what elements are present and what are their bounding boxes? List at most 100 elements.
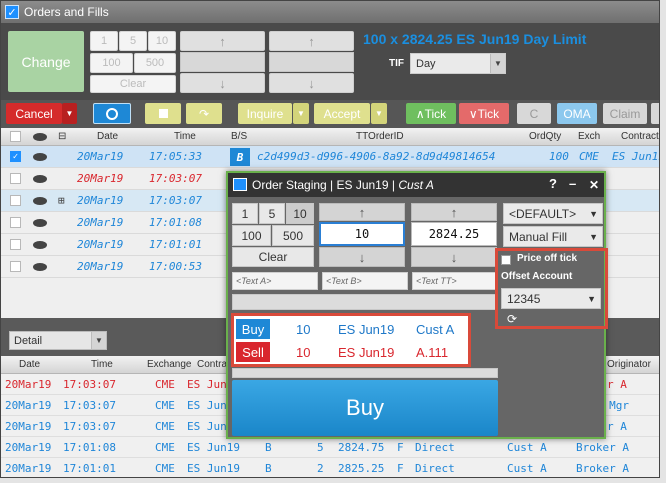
qty-1-button[interactable]: 1 [90, 31, 118, 51]
fill-row[interactable]: 20Mar19 17:01:08 CME ES Jun19 B 5 2824.75 F Dire… [1, 437, 659, 458]
order-pad: Change 1 5 10 100 500 Clear ↑ ↓ ↑ ↓ 100 … [1, 23, 659, 100]
redo-arrow-icon: ↷ [198, 106, 210, 121]
price-up-arrow[interactable]: ↑ [269, 31, 354, 51]
stg-price-input[interactable]: 2824.25 [411, 222, 497, 246]
col-contract[interactable]: Contract [621, 128, 659, 145]
fill-type-value: Manual Fill [509, 229, 568, 244]
chevron-down-icon: ▼ [587, 293, 596, 304]
staging-titlebar[interactable]: Order Staging | ES Jun19 | Cust A ? – ✕ [228, 173, 604, 197]
text-tt-input[interactable]: <Text TT> [412, 272, 498, 290]
default-select[interactable]: <DEFAULT> ▼ [503, 203, 603, 224]
cancel-button[interactable]: Cancel [6, 103, 62, 124]
change-button[interactable]: Change [8, 31, 84, 92]
fill-contract: ES Jun [187, 398, 227, 412]
qty-up-arrow[interactable]: ↑ [180, 31, 265, 51]
accept-dropdown-button[interactable]: ▼ [371, 103, 387, 124]
oma-button[interactable]: OMA [557, 103, 597, 124]
accept-button[interactable]: Accept [314, 103, 370, 124]
leg-row-buy[interactable]: Buy 10 ES Jun19 Cust A [234, 318, 468, 340]
legs-scrollbar[interactable] [232, 368, 498, 378]
fill-col-time[interactable]: Time [91, 356, 113, 373]
col-time[interactable]: Time [174, 128, 196, 145]
order-checkbox[interactable]: ✓ [10, 146, 21, 167]
expand-icon[interactable]: ⊞ [58, 190, 65, 211]
buy-button[interactable]: Buy [232, 380, 498, 436]
price-off-tick-label: Price off tick [517, 253, 578, 264]
tick-down-button[interactable]: ∨ Tick [459, 103, 509, 124]
qty-100-button[interactable]: 100 [90, 53, 133, 73]
minimize-icon[interactable]: – [569, 176, 576, 191]
order-qty: 100 [549, 150, 569, 163]
stg-price-down-arrow[interactable]: ↓ [411, 247, 497, 267]
stg-qty-10-button[interactable]: 10 [286, 203, 314, 224]
col-ordqty[interactable]: OrdQty [529, 128, 561, 145]
stg-qty-up-arrow[interactable]: ↑ [319, 203, 405, 221]
cancel-dropdown-button[interactable]: ▼ [62, 103, 77, 124]
close-icon[interactable]: ✕ [589, 178, 599, 192]
tif-select[interactable]: Day ▼ [410, 53, 506, 74]
fill-type: Direct [415, 461, 455, 475]
stg-clear-button[interactable]: Clear [232, 247, 314, 267]
price-field[interactable] [269, 52, 354, 72]
stg-qty-100-button[interactable]: 100 [232, 225, 271, 246]
inquire-dropdown-button[interactable]: ▼ [293, 103, 309, 124]
refresh-history-button[interactable] [93, 103, 131, 124]
stg-qty-down-arrow[interactable]: ↓ [319, 247, 405, 267]
inquire-button[interactable]: Inquire [238, 103, 292, 124]
order-row[interactable]: ✓ 20Mar19 17:05:33 c2d499d3-d996-4906-8a92-… [1, 146, 659, 168]
help-icon[interactable]: ? [549, 176, 557, 191]
order-checkbox[interactable] [10, 168, 21, 189]
qty-down-arrow[interactable]: ↓ [180, 73, 265, 93]
window-titlebar[interactable]: ✓ Orders and Fills [1, 1, 659, 23]
fill-col-originator[interactable]: Originator [607, 356, 651, 373]
fill-col-date[interactable]: Date [19, 356, 40, 373]
claim-button[interactable]: Claim [603, 103, 647, 124]
staging-scrollbar-top[interactable] [232, 294, 498, 310]
fill-row[interactable]: 20Mar19 17:01:01 CME ES Jun19 B 2 2825.25 F Dire… [1, 458, 659, 477]
order-checkbox[interactable] [10, 190, 21, 211]
fill-col-exchange[interactable]: Exchange [147, 356, 191, 373]
stg-price-up-arrow[interactable]: ↑ [411, 203, 497, 221]
tick-up-button[interactable]: ∧ Tick [406, 103, 456, 124]
col-exch[interactable]: Exch [578, 128, 600, 145]
stop-button[interactable] [145, 103, 181, 124]
collapse-all-icon[interactable]: ⊟ [58, 128, 66, 145]
reload-button[interactable]: C [517, 103, 551, 124]
leg-row-sell[interactable]: Sell 10 ES Jun19 A.111 [234, 341, 468, 363]
qty-5-button[interactable]: 5 [119, 31, 147, 51]
fill-time: 17:01:01 [63, 461, 116, 475]
fills-view-select[interactable]: Detail ▼ [9, 331, 107, 350]
order-checkbox[interactable] [10, 256, 21, 277]
text-a-input[interactable]: <Text A> [232, 272, 318, 290]
fill-contract: ES Jun [187, 377, 227, 391]
order-time: 17:05:33 [149, 150, 202, 163]
order-checkbox[interactable] [10, 212, 21, 233]
fill-type-select[interactable]: Manual Fill ▼ [503, 226, 603, 247]
col-ttorderid[interactable]: TTOrderID [356, 128, 404, 145]
stg-qty-5-button[interactable]: 5 [259, 203, 285, 224]
stg-qty-500-button[interactable]: 500 [272, 225, 314, 246]
replace-button[interactable]: ↷ [186, 103, 222, 124]
leg-side: Sell [236, 342, 270, 362]
stg-qty-input[interactable]: 10 [319, 222, 405, 246]
clear-button[interactable]: Clear [90, 75, 176, 93]
leg-account: A.111 [416, 344, 449, 360]
fill-contract: ES Jun19 [187, 440, 240, 454]
col-bs[interactable]: B/S [231, 128, 247, 145]
qty-500-button[interactable]: 500 [134, 53, 176, 73]
offset-account-select[interactable]: 12345 ▼ [501, 288, 601, 309]
qty-10-button[interactable]: 10 [148, 31, 176, 51]
refresh-icon[interactable]: ⟳ [507, 312, 517, 326]
chevron-down-icon: ▼ [490, 54, 505, 73]
qty-field[interactable] [180, 52, 265, 72]
more-button[interactable] [651, 103, 659, 124]
price-down-arrow[interactable]: ↓ [269, 73, 354, 93]
header-select-all[interactable] [10, 128, 21, 145]
price-off-tick-checkbox[interactable] [501, 255, 511, 265]
order-checkbox[interactable] [10, 234, 21, 255]
legs-list: Buy 10 ES Jun19 Cust A Sell 10 ES Jun19 … [234, 316, 468, 364]
text-b-input[interactable]: <Text B> [322, 272, 408, 290]
stg-qty-1-button[interactable]: 1 [232, 203, 258, 224]
col-date[interactable]: Date [97, 128, 118, 145]
fill-originator: Broker A [576, 440, 629, 454]
